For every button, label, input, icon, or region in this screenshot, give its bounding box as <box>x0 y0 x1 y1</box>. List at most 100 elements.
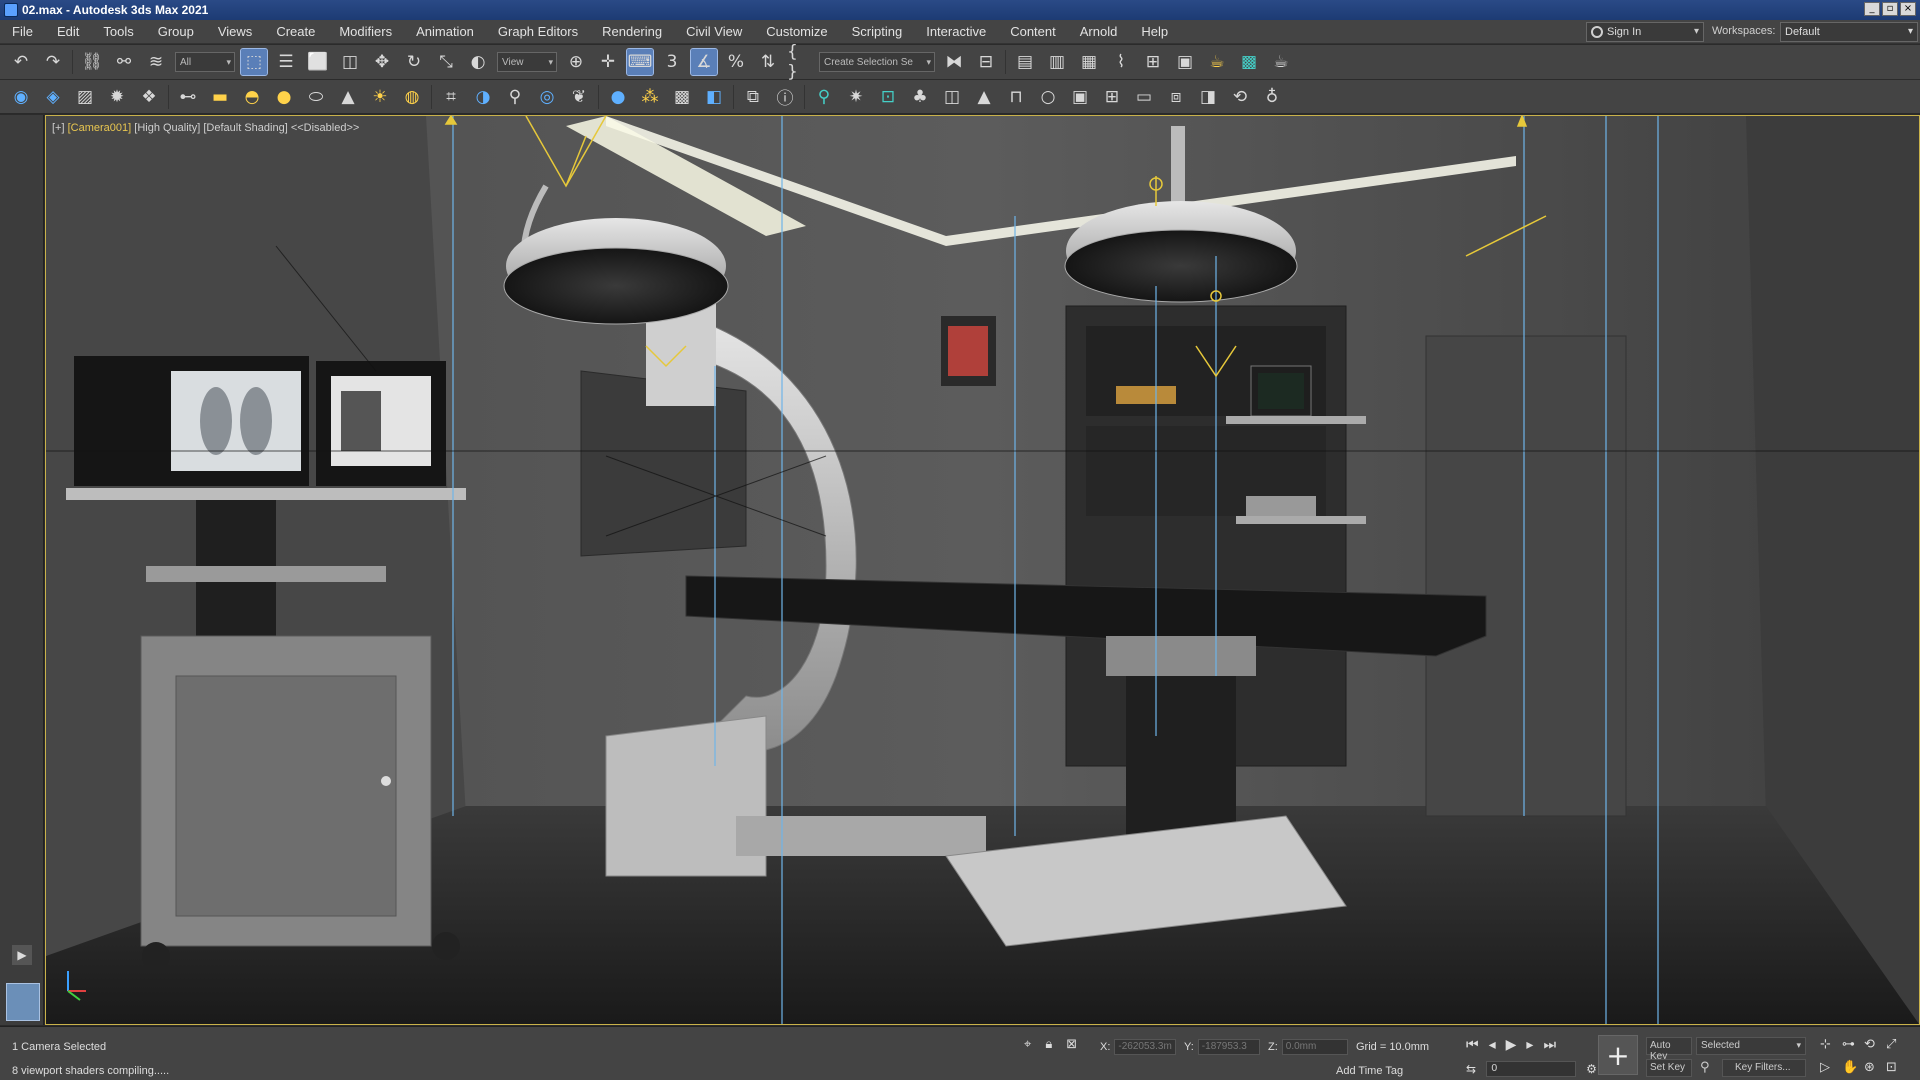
menu-help[interactable]: Help <box>1129 24 1180 39</box>
go-to-start-icon[interactable]: ⏮ <box>1466 1037 1479 1053</box>
menu-scripting[interactable]: Scripting <box>840 24 915 39</box>
particles-icon[interactable]: ⁂ <box>637 84 663 110</box>
toggle-ribbon-icon[interactable]: ▦ <box>1076 49 1102 75</box>
active-shade-icon[interactable]: ◈ <box>40 84 66 110</box>
menu-tools[interactable]: Tools <box>91 24 145 39</box>
layer-explorer-icon[interactable]: ▥ <box>1044 49 1070 75</box>
cylinder-primitive-icon[interactable]: ⬭ <box>303 84 329 110</box>
menu-customize[interactable]: Customize <box>754 24 839 39</box>
viewport-thumbnail[interactable] <box>6 983 40 1021</box>
create-selection-set-dropdown[interactable]: Create Selection Se ▾ <box>819 52 935 72</box>
lamp-icon[interactable]: ⊓ <box>1003 84 1029 110</box>
orbit-icon[interactable]: ⟲ <box>1227 84 1253 110</box>
key-mode-icon[interactable]: ⇆ <box>1466 1062 1476 1076</box>
render-production-icon[interactable]: ☕ <box>1268 49 1294 75</box>
manipulate-icon[interactable]: ✛ <box>595 49 621 75</box>
zoom-icon[interactable]: ⊹ <box>1820 1037 1842 1052</box>
link-icon[interactable]: ⛓ <box>79 49 105 75</box>
box-primitive-icon[interactable]: ▬ <box>207 84 233 110</box>
tree-icon[interactable]: ♣ <box>907 84 933 110</box>
scene-states-icon[interactable]: ❖ <box>136 84 162 110</box>
time-config-icon[interactable]: ⚙ <box>1586 1062 1597 1076</box>
set-key-button[interactable]: Set Key <box>1646 1059 1692 1077</box>
z-field[interactable]: 0.0mm <box>1281 1039 1348 1055</box>
pan-icon[interactable]: ✋ <box>1842 1060 1864 1075</box>
window-icon[interactable]: ◨ <box>1195 84 1221 110</box>
align-icon[interactable]: ⊟ <box>973 49 999 75</box>
network-icon[interactable]: ⧈ <box>1163 84 1189 110</box>
angle-snap-icon[interactable]: ∡ <box>690 48 718 76</box>
monitor-icon[interactable]: ▣ <box>1067 84 1093 110</box>
play-icon[interactable]: ▶ <box>12 945 32 965</box>
walk-through-icon[interactable]: ⊛ <box>1864 1060 1886 1075</box>
maximize-button[interactable]: ▫ <box>1882 2 1898 16</box>
spinner-snap-icon[interactable]: ⇅ <box>755 49 781 75</box>
bone-icon[interactable]: ⚲ <box>502 84 528 110</box>
unlink-icon[interactable]: ⚯ <box>111 49 137 75</box>
grid-icon[interactable]: ⌗ <box>438 84 464 110</box>
snaps-toggle-icon[interactable]: 3 <box>659 49 685 75</box>
orbit-icon[interactable]: ⟲ <box>1864 1037 1886 1052</box>
rendered-frame-window-icon[interactable]: ▩ <box>1236 49 1262 75</box>
info-icon[interactable]: ⓘ <box>772 84 798 110</box>
window-crossing-icon[interactable]: ◫ <box>337 49 363 75</box>
menu-rendering[interactable]: Rendering <box>590 24 674 39</box>
min-max-toggle-icon[interactable]: ⊡ <box>1886 1060 1908 1075</box>
mirror-plane-icon[interactable]: ◫ <box>939 84 965 110</box>
add-time-tag[interactable]: Add Time Tag <box>1336 1065 1403 1077</box>
menu-arnold[interactable]: Arnold <box>1068 24 1130 39</box>
viewport-state-label[interactable]: <<Disabled>> <box>291 122 360 134</box>
menu-civil-view[interactable]: Civil View <box>674 24 754 39</box>
menu-animation[interactable]: Animation <box>404 24 486 39</box>
environment-icon[interactable]: ▨ <box>72 84 98 110</box>
play-icon[interactable]: ▶ <box>1506 1037 1517 1053</box>
color-cube-icon[interactable]: ◧ <box>701 84 727 110</box>
next-frame-icon[interactable]: ▸ <box>1526 1037 1533 1053</box>
viewport-quality-label[interactable]: [High Quality] <box>134 122 200 134</box>
auto-key-button[interactable]: Auto Key <box>1646 1037 1692 1062</box>
move-icon[interactable]: ✥ <box>369 49 395 75</box>
key-filters-button[interactable]: Key Filters... <box>1722 1059 1806 1077</box>
menu-views[interactable]: Views <box>206 24 264 39</box>
menu-interactive[interactable]: Interactive <box>914 24 998 39</box>
spotlight-icon[interactable]: ▲ <box>971 84 997 110</box>
percent-snap-icon[interactable]: % <box>723 49 749 75</box>
menu-create[interactable]: Create <box>264 24 327 39</box>
pin-light-icon[interactable]: ⚲ <box>811 84 837 110</box>
select-object-icon[interactable]: ⬚ <box>240 48 268 76</box>
render-setup-icon[interactable]: ☕ <box>1204 49 1230 75</box>
redo-icon[interactable]: ↷ <box>40 49 66 75</box>
render-sphere-icon[interactable]: ● <box>605 84 631 110</box>
dome-primitive-icon[interactable]: ◓ <box>239 84 265 110</box>
selection-lock-icon[interactable]: 🔒︎ <box>1045 1037 1052 1052</box>
bulb-icon[interactable]: ♁ <box>1259 84 1285 110</box>
menu-graph-editors[interactable]: Graph Editors <box>486 24 590 39</box>
camera-icon[interactable]: ⊡ <box>875 84 901 110</box>
stack-icon[interactable]: ⧉ <box>740 84 766 110</box>
ring-icon[interactable]: ○ <box>1035 84 1061 110</box>
rotate-icon[interactable]: ↻ <box>401 49 427 75</box>
viewport-label[interactable]: [+] [Camera001] [High Quality] [Default … <box>52 122 359 134</box>
select-by-name-icon[interactable]: ☰ <box>273 49 299 75</box>
menu-modifiers[interactable]: Modifiers <box>327 24 404 39</box>
place-icon[interactable]: ◐ <box>465 49 491 75</box>
app-icon[interactable] <box>4 3 18 17</box>
bind-space-warp-icon[interactable]: ≋ <box>143 49 169 75</box>
curve-editor-icon[interactable]: ⌇ <box>1108 49 1134 75</box>
previous-frame-icon[interactable]: ◂ <box>1489 1037 1496 1053</box>
selection-region-icon[interactable]: ⬜ <box>305 49 331 75</box>
edit-named-selection-icon[interactable]: { } <box>787 42 813 82</box>
material-sphere-icon[interactable]: ◑ <box>470 84 496 110</box>
mirror-icon[interactable]: ⧓ <box>941 49 967 75</box>
viewport-menu[interactable]: [+] <box>52 122 65 134</box>
globe-icon[interactable]: ◎ <box>534 84 560 110</box>
menu-file[interactable]: File <box>0 24 45 39</box>
menu-content[interactable]: Content <box>998 24 1068 39</box>
keyboard-shortcut-override-icon[interactable]: ⌨ <box>626 48 654 76</box>
sun-light-icon[interactable]: ☀ <box>367 84 393 110</box>
pivot-center-icon[interactable]: ⊕ <box>563 49 589 75</box>
cone-primitive-icon[interactable]: ▲ <box>335 84 361 110</box>
media-icon[interactable]: ▩ <box>669 84 695 110</box>
material-editor-icon[interactable]: ▣ <box>1172 49 1198 75</box>
reference-coordinate-dropdown[interactable]: View ▾ <box>497 52 557 72</box>
